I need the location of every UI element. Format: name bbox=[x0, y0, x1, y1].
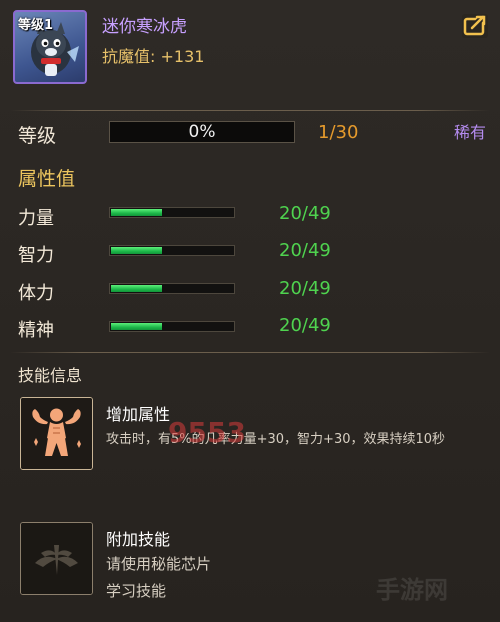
attributes-divider bbox=[10, 352, 490, 353]
stat-label-stamina: 体力 bbox=[18, 283, 54, 304]
skill-1-name: 增加属性 bbox=[106, 405, 171, 424]
skill-slot-1[interactable] bbox=[20, 397, 93, 470]
stat-value-stamina: 20/49 bbox=[279, 278, 331, 299]
stat-fill bbox=[111, 323, 162, 330]
resist-label: 抗魔值: bbox=[102, 47, 156, 66]
muscle-man-icon bbox=[21, 398, 92, 469]
stat-label-intelligence: 智力 bbox=[18, 245, 54, 266]
stat-value-intelligence: 20/49 bbox=[279, 240, 331, 261]
stat-bar-stamina bbox=[109, 283, 235, 294]
stat-label-spirit: 精神 bbox=[18, 320, 54, 341]
stat-fill bbox=[111, 285, 162, 292]
pet-portrait[interactable]: 等级1 bbox=[13, 10, 87, 84]
attributes-title: 属性值 bbox=[18, 168, 76, 190]
empty-skill-slot-icon bbox=[21, 523, 92, 594]
skill-2-desc: 请使用秘能芯片 bbox=[106, 555, 212, 573]
stat-bar-spirit bbox=[109, 321, 235, 332]
share-arrow-icon bbox=[463, 15, 486, 36]
pet-name: 迷你寒冰虎 bbox=[102, 17, 187, 37]
exp-bar: 0% bbox=[109, 121, 295, 143]
header-divider bbox=[10, 110, 490, 111]
skill-1-desc: 攻击时，有5%的几率力量+30，智力+30，效果持续10秒 bbox=[106, 432, 446, 447]
stat-value-spirit: 20/49 bbox=[279, 315, 331, 336]
skill-2-name: 附加技能 bbox=[106, 530, 171, 549]
stat-fill bbox=[111, 247, 162, 254]
skills-title: 技能信息 bbox=[18, 366, 83, 385]
stat-value-strength: 20/49 bbox=[279, 203, 331, 224]
stat-label-strength: 力量 bbox=[18, 208, 54, 229]
stat-bar-intelligence bbox=[109, 245, 235, 256]
level-count: 1/30 bbox=[318, 122, 359, 143]
resist-value: +131 bbox=[160, 47, 205, 66]
resist-stat: 抗魔值: +131 bbox=[102, 43, 204, 67]
pet-level-tag: 等级1 bbox=[18, 18, 54, 33]
pet-info-panel: 等级1 迷你寒冰虎 抗魔值: +131 等级 0% 1/30 稀有 属性值 力量… bbox=[0, 0, 500, 622]
level-label: 等级 bbox=[18, 125, 57, 147]
share-button[interactable] bbox=[462, 14, 488, 38]
skill-2-desc-line2: 学习技能 bbox=[106, 582, 167, 600]
watermark-site: 手游网 bbox=[376, 576, 448, 604]
stat-bar-strength bbox=[109, 207, 235, 218]
rarity-label: 稀有 bbox=[453, 123, 486, 142]
stat-fill bbox=[111, 209, 162, 216]
exp-percent: 0% bbox=[188, 122, 216, 142]
skill-slot-2[interactable] bbox=[20, 522, 93, 595]
